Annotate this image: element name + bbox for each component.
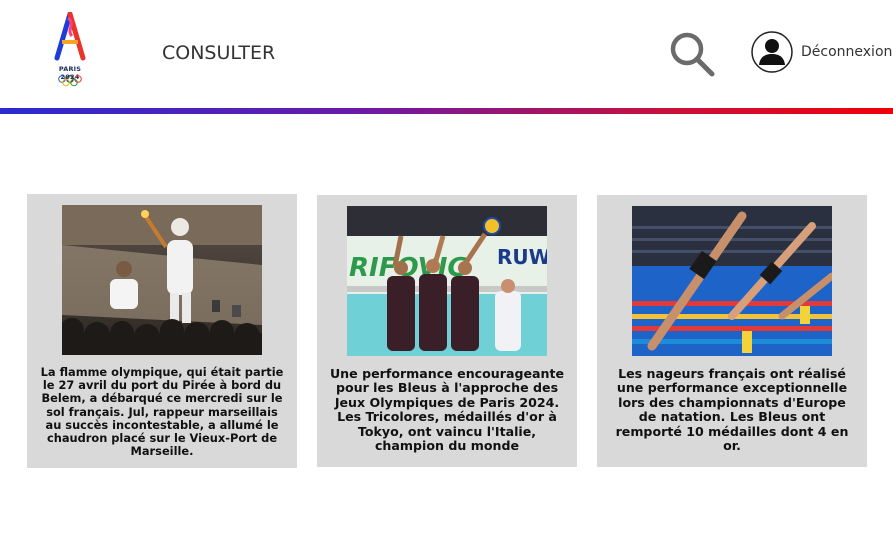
card-text: La flamme olympique, qui était partie le…: [40, 365, 284, 459]
paris-2024-logo[interactable]: PARIS 2024: [50, 11, 90, 88]
news-card-volleyball[interactable]: RIFOVIG RUW Une performance encourageant…: [317, 195, 577, 467]
news-card-torch[interactable]: La flamme olympique, qui était partie le…: [27, 194, 297, 468]
nav-consulter-link[interactable]: CONSULTER: [162, 42, 275, 64]
news-card-swimming[interactable]: Les nageurs français ont réalisé une per…: [597, 195, 867, 467]
card-text: Les nageurs français ont réalisé une per…: [615, 366, 849, 454]
logout-link[interactable]: Déconnexion: [801, 44, 892, 60]
swimmers-diving-photo: [632, 206, 832, 356]
header: PARIS 2024 CONSULTER Déconnexion: [0, 0, 893, 108]
tricolor-divider: [0, 108, 893, 114]
search-icon[interactable]: [668, 30, 716, 78]
card-text: Une performance encourageante pour les B…: [329, 366, 565, 454]
torch-relay-photo: [62, 205, 262, 355]
svg-text:RUW: RUW: [497, 245, 547, 269]
volleyball-block-photo: RIFOVIG RUW: [347, 206, 547, 356]
user-icon[interactable]: [751, 31, 793, 73]
olympic-rings-icon: [58, 75, 82, 87]
